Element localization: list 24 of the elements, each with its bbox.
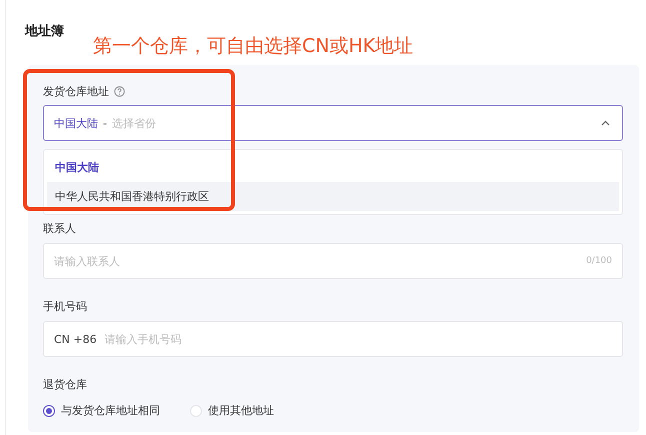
annotation-text: 第一个仓库，可自由选择CN或HK地址	[93, 34, 414, 59]
character-counter: 0/100	[586, 256, 612, 266]
radio-button[interactable]	[43, 404, 55, 416]
radio-label: 使用其他地址	[208, 403, 274, 418]
select-placeholder: 选择省份	[112, 116, 157, 130]
contact-input[interactable]: 请输入联系人	[54, 254, 578, 268]
phone-input[interactable]: 请输入手机号码	[104, 332, 612, 346]
field-label: 发货仓库地址	[43, 84, 109, 98]
field-label: 联系人	[43, 221, 77, 236]
dropdown-option[interactable]: 中华人民共和国香港特别行政区	[47, 182, 619, 211]
selected-value: 中国大陆	[54, 116, 98, 130]
phone-field[interactable]: CN +86 请输入手机号码	[43, 321, 623, 357]
country-code[interactable]: CN +86	[54, 332, 97, 346]
field-label: 退货仓库	[43, 377, 88, 392]
section-title: 地址簿	[25, 23, 64, 40]
radio-option[interactable]: 使用其他地址	[190, 403, 274, 418]
field-label: 手机号码	[43, 299, 88, 314]
help-icon[interactable]	[114, 86, 125, 96]
radio-label: 与发货仓库地址相同	[61, 403, 160, 418]
caret-icon	[601, 120, 610, 126]
radio-option[interactable]: 与发货仓库地址相同	[43, 403, 160, 418]
region-select[interactable]: 中国大陆 - 选择省份	[43, 105, 623, 141]
separator: -	[103, 116, 107, 130]
dropdown-option[interactable]: 中国大陆	[47, 153, 619, 182]
